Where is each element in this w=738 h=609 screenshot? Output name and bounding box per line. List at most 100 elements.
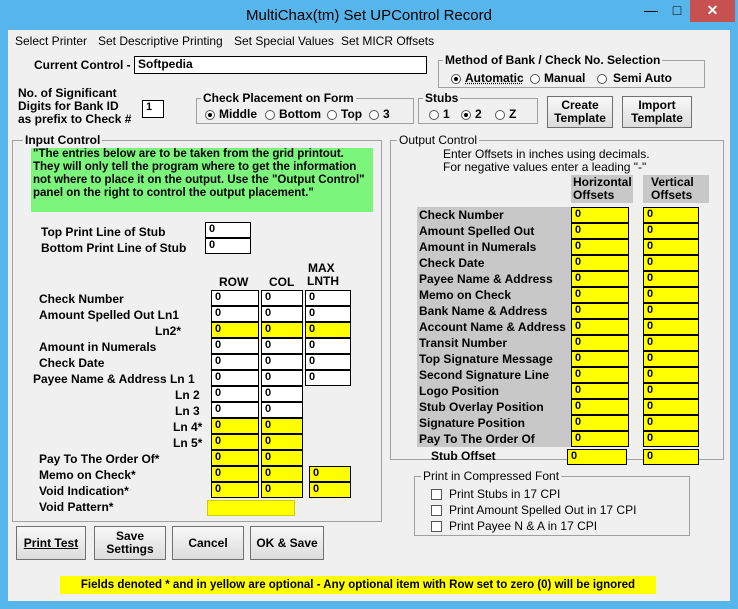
out-account-name-h[interactable]: 0 bbox=[571, 319, 629, 335]
placement-middle-radio[interactable] bbox=[205, 110, 215, 120]
placement-top-label[interactable]: Top bbox=[341, 107, 362, 121]
check-date-max-input[interactable]: 0 bbox=[305, 354, 351, 370]
out-check-number-h[interactable]: 0 bbox=[571, 207, 629, 223]
stubs-1-label[interactable]: 1 bbox=[443, 107, 450, 121]
pay-to-order-col-input[interactable]: 0 bbox=[261, 450, 303, 466]
pay-to-order-row-input[interactable]: 0 bbox=[211, 450, 259, 466]
payee-ln5-row-input[interactable]: 0 bbox=[211, 434, 259, 450]
method-automatic-label[interactable]: Automatic bbox=[465, 71, 524, 85]
amount-spelled-ln2-row-input[interactable]: 0 bbox=[211, 322, 259, 338]
cancel-button[interactable]: Cancel bbox=[172, 526, 244, 560]
amount-17cpi-checkbox[interactable] bbox=[431, 505, 442, 516]
method-semi-auto-radio[interactable] bbox=[597, 74, 607, 84]
payee-ln5-col-input[interactable]: 0 bbox=[261, 434, 303, 450]
placement-3-radio[interactable] bbox=[369, 110, 379, 120]
out-second-signature-v[interactable]: 0 bbox=[643, 367, 699, 383]
amount-spelled-ln2-max-input[interactable]: 0 bbox=[305, 322, 351, 338]
out-bank-name-v[interactable]: 0 bbox=[643, 303, 699, 319]
amount-spelled-ln2-col-input[interactable]: 0 bbox=[261, 322, 303, 338]
save-settings-button[interactable]: Save Settings bbox=[94, 526, 166, 560]
print-test-button[interactable]: Print Test bbox=[16, 526, 86, 560]
payee-ln4-col-input[interactable]: 0 bbox=[261, 418, 303, 434]
memo-max-input[interactable]: 0 bbox=[309, 466, 351, 482]
out-top-signature-v[interactable]: 0 bbox=[643, 351, 699, 367]
menu-set-special-values[interactable]: Set Special Values bbox=[234, 34, 334, 48]
stubs-17cpi-label[interactable]: Print Stubs in 17 CPI bbox=[449, 487, 560, 501]
menu-set-micr-offsets[interactable]: Set MICR Offsets bbox=[341, 34, 434, 48]
out-second-signature-h[interactable]: 0 bbox=[571, 367, 629, 383]
payee-17cpi-checkbox[interactable] bbox=[431, 521, 442, 532]
out-memo-v[interactable]: 0 bbox=[643, 287, 699, 303]
stubs-17cpi-checkbox[interactable] bbox=[431, 489, 442, 500]
payee-17cpi-label[interactable]: Print Payee N & A in 17 CPI bbox=[449, 519, 597, 533]
out-check-date-h[interactable]: 0 bbox=[571, 255, 629, 271]
amount-numerals-row-input[interactable]: 0 bbox=[211, 338, 259, 354]
out-account-name-v[interactable]: 0 bbox=[643, 319, 699, 335]
out-check-number-v[interactable]: 0 bbox=[643, 207, 699, 223]
payee-ln3-row-input[interactable]: 0 bbox=[211, 402, 259, 418]
void-indication-row-input[interactable]: 0 bbox=[211, 482, 259, 498]
check-date-col-input[interactable]: 0 bbox=[261, 354, 303, 370]
placement-middle-label[interactable]: Middle bbox=[219, 107, 257, 121]
create-template-button[interactable]: Create Template bbox=[547, 96, 613, 128]
bottom-print-line-input[interactable]: 0 bbox=[205, 238, 251, 254]
placement-bottom-label[interactable]: Bottom bbox=[279, 107, 321, 121]
out-stub-overlay-h[interactable]: 0 bbox=[571, 399, 629, 415]
out-pay-to-order-v[interactable]: 0 bbox=[643, 431, 699, 447]
sig-digits-input[interactable]: 1 bbox=[142, 100, 164, 118]
method-semi-auto-label[interactable]: Semi Auto bbox=[613, 71, 672, 85]
out-check-date-v[interactable]: 0 bbox=[643, 255, 699, 271]
out-amount-spelled-h[interactable]: 0 bbox=[571, 223, 629, 239]
current-control-input[interactable]: Softpedia bbox=[134, 56, 427, 74]
check-number-max-input[interactable]: 0 bbox=[305, 290, 351, 306]
out-bank-name-h[interactable]: 0 bbox=[571, 303, 629, 319]
method-manual-radio[interactable] bbox=[530, 74, 540, 84]
import-template-button[interactable]: Import Template bbox=[622, 96, 692, 128]
stubs-2-radio[interactable] bbox=[461, 110, 471, 120]
payee-ln1-col-input[interactable]: 0 bbox=[261, 370, 303, 386]
stubs-2-label[interactable]: 2 bbox=[475, 107, 482, 121]
top-print-line-input[interactable]: 0 bbox=[205, 222, 251, 238]
out-logo-position-h[interactable]: 0 bbox=[571, 383, 629, 399]
stubs-z-radio[interactable] bbox=[495, 110, 505, 120]
amount-spelled-ln1-col-input[interactable]: 0 bbox=[261, 306, 303, 322]
minimize-icon[interactable]: — bbox=[638, 0, 664, 22]
placement-3-label[interactable]: 3 bbox=[383, 107, 390, 121]
out-memo-h[interactable]: 0 bbox=[571, 287, 629, 303]
out-amount-numerals-v[interactable]: 0 bbox=[643, 239, 699, 255]
payee-ln2-col-input[interactable]: 0 bbox=[261, 386, 303, 402]
method-manual-label[interactable]: Manual bbox=[544, 71, 585, 85]
out-payee-v[interactable]: 0 bbox=[643, 271, 699, 287]
payee-ln1-row-input[interactable]: 0 bbox=[211, 370, 259, 386]
menu-select-printer[interactable]: Select Printer bbox=[15, 34, 87, 48]
out-amount-numerals-h[interactable]: 0 bbox=[571, 239, 629, 255]
out-amount-spelled-v[interactable]: 0 bbox=[643, 223, 699, 239]
out-signature-position-v[interactable]: 0 bbox=[643, 415, 699, 431]
out-stub-offset-h[interactable]: 0 bbox=[567, 449, 627, 465]
out-transit-number-v[interactable]: 0 bbox=[643, 335, 699, 351]
out-signature-position-h[interactable]: 0 bbox=[571, 415, 629, 431]
amount-spelled-ln1-row-input[interactable]: 0 bbox=[211, 306, 259, 322]
stubs-z-label[interactable]: Z bbox=[509, 107, 516, 121]
void-indication-col-input[interactable]: 0 bbox=[261, 482, 303, 498]
memo-row-input[interactable]: 0 bbox=[211, 466, 259, 482]
stubs-1-radio[interactable] bbox=[429, 110, 439, 120]
void-indication-max-input[interactable]: 0 bbox=[309, 482, 351, 498]
payee-ln3-col-input[interactable]: 0 bbox=[261, 402, 303, 418]
placement-top-radio[interactable] bbox=[327, 110, 337, 120]
out-payee-h[interactable]: 0 bbox=[571, 271, 629, 287]
payee-ln2-row-input[interactable]: 0 bbox=[211, 386, 259, 402]
close-icon[interactable]: ✕ bbox=[690, 0, 735, 22]
amount-17cpi-label[interactable]: Print Amount Spelled Out in 17 CPI bbox=[449, 503, 636, 517]
out-logo-position-v[interactable]: 0 bbox=[643, 383, 699, 399]
void-pattern-input[interactable] bbox=[207, 500, 295, 516]
out-transit-number-h[interactable]: 0 bbox=[571, 335, 629, 351]
out-stub-offset-v[interactable]: 0 bbox=[643, 449, 699, 465]
amount-numerals-max-input[interactable]: 0 bbox=[305, 338, 351, 354]
amount-numerals-col-input[interactable]: 0 bbox=[261, 338, 303, 354]
amount-spelled-ln1-max-input[interactable]: 0 bbox=[305, 306, 351, 322]
check-number-col-input[interactable]: 0 bbox=[261, 290, 303, 306]
out-top-signature-h[interactable]: 0 bbox=[571, 351, 629, 367]
method-automatic-radio[interactable] bbox=[451, 74, 461, 84]
check-date-row-input[interactable]: 0 bbox=[211, 354, 259, 370]
